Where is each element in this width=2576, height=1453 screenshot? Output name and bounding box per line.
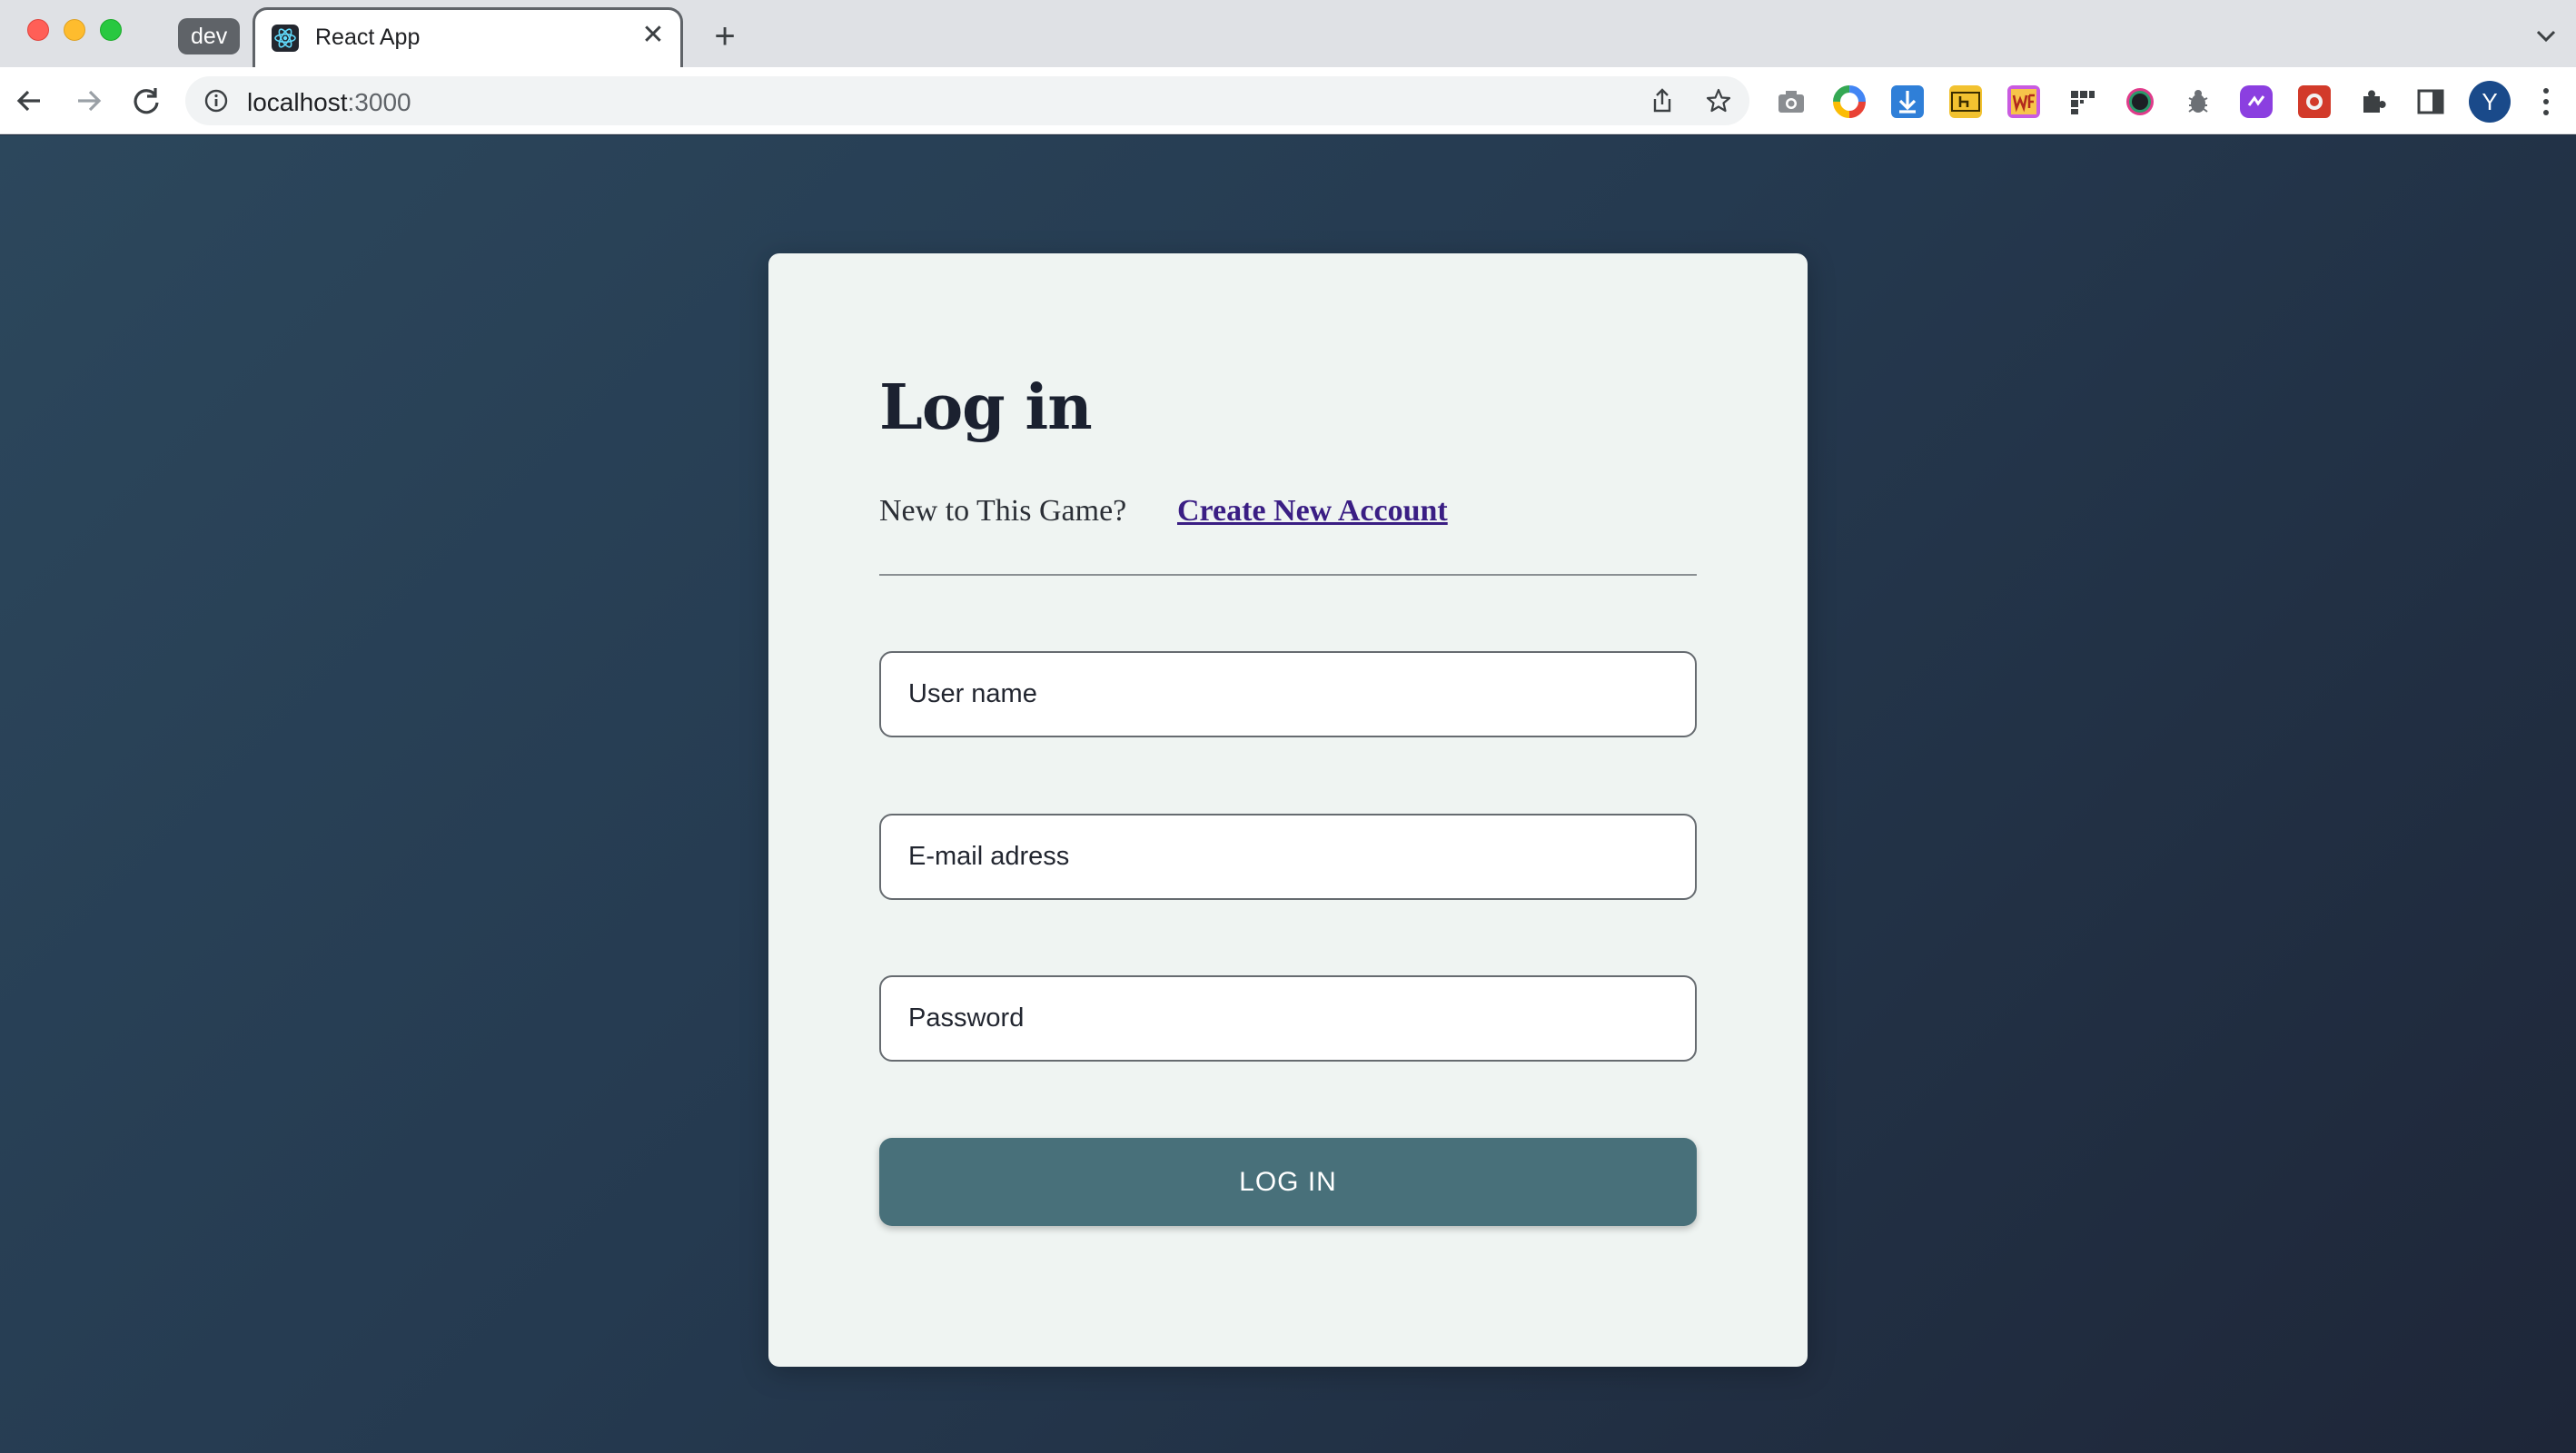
close-window-button[interactable] (27, 19, 49, 41)
forward-arrow-icon[interactable] (67, 80, 109, 122)
browser-toolbar: localhost:3000 (0, 67, 2576, 134)
side-panel-icon[interactable] (2414, 85, 2447, 118)
url-text: localhost:3000 (247, 88, 411, 117)
browser-tab-bar: dev React App ✕ + (0, 0, 2576, 67)
login-button[interactable]: LOG IN (879, 1138, 1697, 1226)
site-info-icon[interactable] (203, 88, 229, 114)
wf-icon[interactable] (2007, 85, 2040, 118)
maximize-window-button[interactable] (100, 19, 122, 41)
tab-search-chevron-icon[interactable] (2531, 20, 2561, 51)
camera-icon[interactable] (1775, 85, 1808, 118)
extensions-puzzle-icon[interactable] (2356, 85, 2389, 118)
bookmark-star-icon[interactable] (1704, 86, 1733, 115)
tab-group-label[interactable]: dev (178, 18, 241, 54)
share-icon[interactable] (1648, 86, 1677, 115)
tab-title: React App (315, 25, 421, 50)
address-bar[interactable]: localhost:3000 (185, 76, 1749, 125)
login-card: Log in New to This Game? Create New Acco… (768, 253, 1808, 1367)
puzzle-red-icon[interactable] (2298, 85, 2331, 118)
url-host: localhost (247, 88, 348, 116)
browser-menu-icon[interactable] (2534, 84, 2558, 120)
bug-icon[interactable] (2182, 85, 2214, 118)
url-port: :3000 (347, 88, 411, 116)
back-arrow-icon[interactable] (9, 80, 51, 122)
download-icon[interactable] (1891, 85, 1924, 118)
page-viewport: Log in New to This Game? Create New Acco… (0, 135, 2576, 1453)
new-tab-icon[interactable]: + (705, 16, 745, 56)
color-wheel-icon[interactable] (1833, 85, 1866, 118)
divider (879, 574, 1697, 576)
username-field[interactable] (879, 651, 1697, 737)
h-icon[interactable] (1949, 85, 1982, 118)
email-field[interactable] (879, 814, 1697, 900)
signup-prompt: New to This Game? (879, 494, 1127, 528)
tab-close-icon[interactable]: ✕ (637, 19, 669, 52)
circle-icon[interactable] (2124, 85, 2156, 118)
link-icon[interactable] (2240, 85, 2273, 118)
reload-icon[interactable] (125, 80, 167, 122)
create-account-link[interactable]: Create New Account (1177, 494, 1448, 529)
password-field[interactable] (879, 975, 1697, 1062)
minimize-window-button[interactable] (64, 19, 85, 41)
tab-active[interactable]: React App ✕ (253, 7, 683, 67)
profile-avatar[interactable]: Y (2469, 81, 2511, 123)
react-logo-icon (272, 25, 299, 52)
page-title: Log in (879, 371, 1093, 444)
grid-icon[interactable] (2066, 85, 2098, 118)
